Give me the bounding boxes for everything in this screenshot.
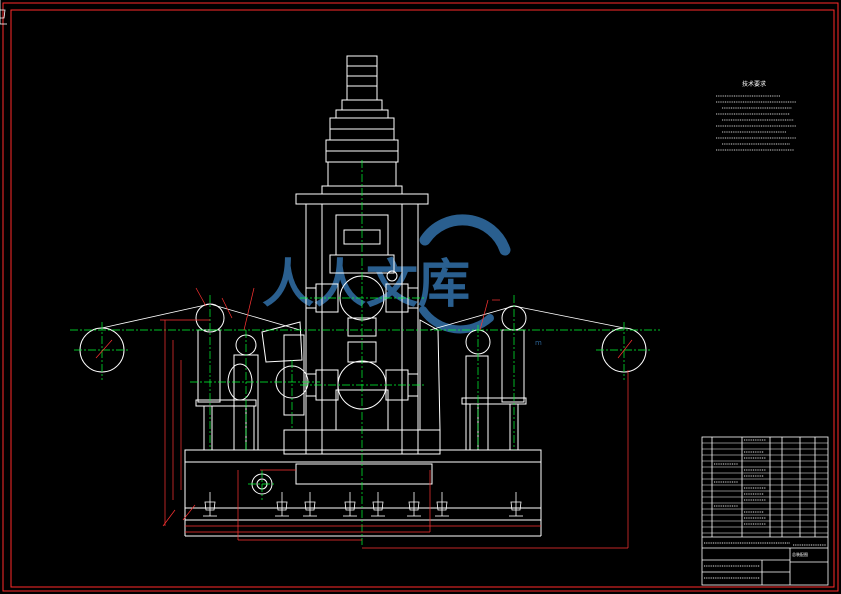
reducer-stack	[321, 117, 403, 195]
tech-requirements-block: 技术要求	[716, 80, 796, 151]
base-frame	[184, 449, 542, 537]
title-block-drawing-name: 总装配图	[792, 551, 808, 557]
title-block	[701, 436, 829, 586]
center-lines	[70, 160, 660, 545]
watermark-subtext: m	[535, 339, 542, 347]
tech-requirements-title: 技术要求	[742, 80, 766, 88]
cad-drawing-canvas: 人人文库 m 技术要求 总装配图	[0, 0, 839, 592]
left-auxiliary-unit	[195, 303, 309, 451]
motor	[335, 55, 389, 119]
watermark-text: 人人文库	[262, 255, 470, 315]
dimension-lines	[95, 287, 633, 549]
tech-requirements-lines	[716, 95, 796, 151]
parts-list-rows	[702, 442, 828, 534]
